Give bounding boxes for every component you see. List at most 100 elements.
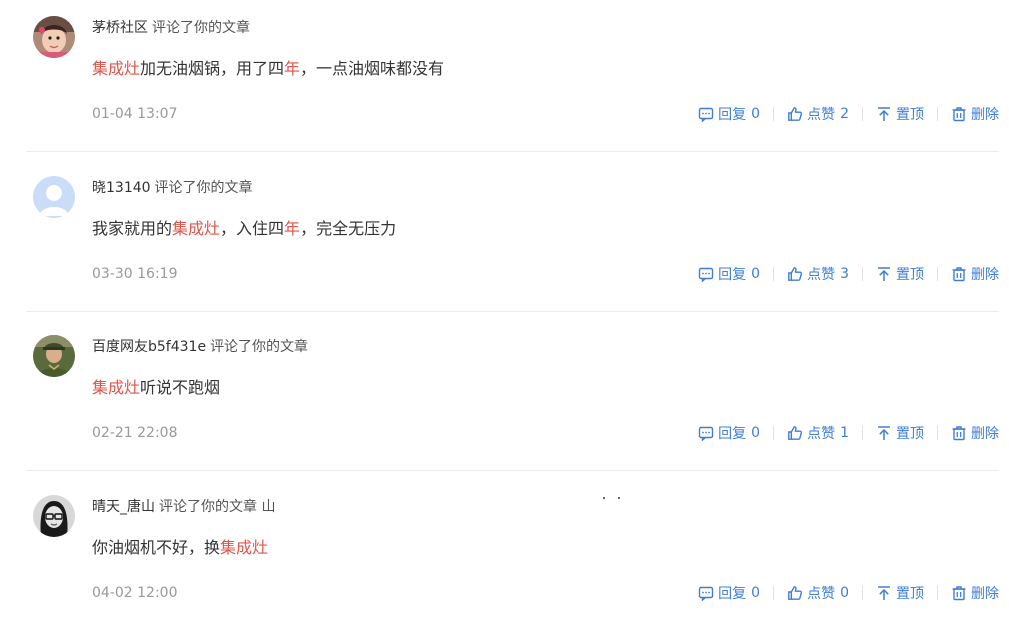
reply-button[interactable]: 回复 0 [698,583,760,603]
trash-icon [951,106,971,122]
comment-actions: 回复 0 点赞 3 置顶 删除 [698,263,999,285]
like-label: 点赞 [807,107,836,123]
action-separator [937,586,938,600]
pin-top-button[interactable]: 置顶 [876,104,924,124]
comment-text-segment: ，入住四 [220,219,285,238]
author-name[interactable]: 百度网友b5f431e [92,339,206,355]
avatar[interactable] [33,495,75,537]
highlighted-keyword: 年 [284,219,301,238]
comment-text: 我家就用的集成灶，入住四年，完全无压力 [92,218,396,240]
avatar[interactable] [33,16,75,58]
like-button[interactable]: 点赞 3 [787,264,849,284]
comment-text: 集成灶加无油烟锅，用了四年，一点油烟味都没有 [92,58,444,80]
action-separator [862,267,863,281]
avatar[interactable] [33,335,75,377]
comment-actions: 回复 0 点赞 1 置顶 删除 [698,422,999,444]
pin-top-button[interactable]: 置顶 [876,264,924,284]
pin-top-button[interactable]: 置顶 [876,423,924,443]
like-count: 0 [840,585,849,601]
pin-top-icon [876,585,896,601]
highlighted-keyword: 集成灶 [92,59,141,78]
delete-label: 删除 [971,267,999,283]
pin-top-button[interactable]: 置顶 [876,583,924,603]
pin-top-icon [876,266,896,282]
like-label: 点赞 [807,586,836,602]
comment-text-segment: 听说不跑烟 [140,378,221,397]
comment-list: 茅桥社区 评论了你的文章 集成灶加无油烟锅，用了四年，一点油烟味都没有 01-04 1… [0,0,1009,623]
trash-icon [951,266,971,282]
comment-text: 你油烟机不好，换集成灶 [92,537,268,559]
comment-divider [26,311,999,312]
comment-action-text: 评论了你的文章 山 [159,499,276,515]
action-separator [862,586,863,600]
comment-timestamp: 01-04 13:07 [92,106,178,122]
reply-button[interactable]: 回复 0 [698,264,760,284]
like-count: 1 [840,425,849,441]
delete-button[interactable]: 删除 [951,264,999,284]
reply-count: 0 [751,425,761,441]
delete-button[interactable]: 删除 [951,104,999,124]
delete-button[interactable]: 删除 [951,583,999,603]
reply-count: 0 [751,106,761,122]
action-separator [773,426,775,440]
trash-icon [951,425,971,441]
pin-top-icon [876,425,896,441]
delete-label: 删除 [971,426,999,442]
like-label: 点赞 [807,267,836,283]
comment-box-icon [698,425,718,441]
comment-header: 茅桥社区 评论了你的文章 [92,18,250,38]
pin-top-icon [876,106,896,122]
thumbs-up-icon [787,106,807,122]
author-name[interactable]: 茅桥社区 [92,20,148,36]
avatar[interactable] [33,176,75,218]
trash-icon [951,585,971,601]
pin-label: 置顶 [896,426,924,442]
action-separator [862,426,863,440]
comment-item: 百度网友b5f431e 评论了你的文章 集成灶听说不跑烟 02-21 22:08 回复 0… [0,319,1009,479]
like-button[interactable]: 点赞 1 [787,423,849,443]
thumbs-up-icon [787,585,807,601]
comment-timestamp: 04-02 12:00 [92,585,178,601]
comment-box-icon [698,266,718,282]
comment-header: 晓13140 评论了你的文章 [92,178,253,198]
like-button[interactable]: 点赞 0 [787,583,849,603]
comment-action-text: 评论了你的文章 [154,180,253,196]
pin-label: 置顶 [896,586,924,602]
highlighted-keyword: 集成灶 [220,538,269,557]
pin-label: 置顶 [896,267,924,283]
comment-divider [26,470,999,471]
action-separator [773,586,775,600]
highlighted-keyword: 年 [284,59,301,78]
reply-count: 0 [751,585,761,601]
thumbs-up-icon [787,266,807,282]
reply-button[interactable]: 回复 0 [698,104,760,124]
delete-label: 删除 [971,107,999,123]
comment-text: 集成灶听说不跑烟 [92,377,220,399]
highlighted-keyword: 集成灶 [172,219,221,238]
reply-count: 0 [751,266,761,282]
comment-header: 百度网友b5f431e 评论了你的文章 [92,337,308,357]
like-count: 3 [840,266,849,282]
author-name[interactable]: 晴天_唐山 [92,499,155,515]
comment-text-segment: 你油烟机不好，换 [92,538,221,557]
reply-button[interactable]: 回复 0 [698,423,760,443]
comment-text-segment: 加无油烟锅，用了四 [140,59,285,78]
comment-action-text: 评论了你的文章 [152,20,250,36]
comment-box-icon [698,585,718,601]
comment-actions: 回复 0 点赞 0 置顶 删除 [698,582,999,604]
pin-label: 置顶 [896,107,924,123]
comment-item: 晴天_唐山 评论了你的文章 山你油烟机不好，换集成灶 04-02 12:00 回复 0 点… [0,479,1009,623]
comment-text-segment: 我家就用的 [92,219,173,238]
comment-header: 晴天_唐山 评论了你的文章 山 [92,497,275,517]
comment-item: 晓13140 评论了你的文章 我家就用的集成灶，入住四年，完全无压力 03-30 16… [0,160,1009,320]
artifact-dots [603,497,621,500]
comment-text-segment: ，一点油烟味都没有 [300,59,445,78]
comment-action-text: 评论了你的文章 [210,339,309,355]
thumbs-up-icon [787,425,807,441]
comment-text-segment: ，完全无压力 [300,219,397,238]
delete-button[interactable]: 删除 [951,423,999,443]
like-button[interactable]: 点赞 2 [787,104,849,124]
comment-divider [26,151,999,152]
author-name[interactable]: 晓13140 [92,180,151,196]
reply-label: 回复 [718,586,747,602]
